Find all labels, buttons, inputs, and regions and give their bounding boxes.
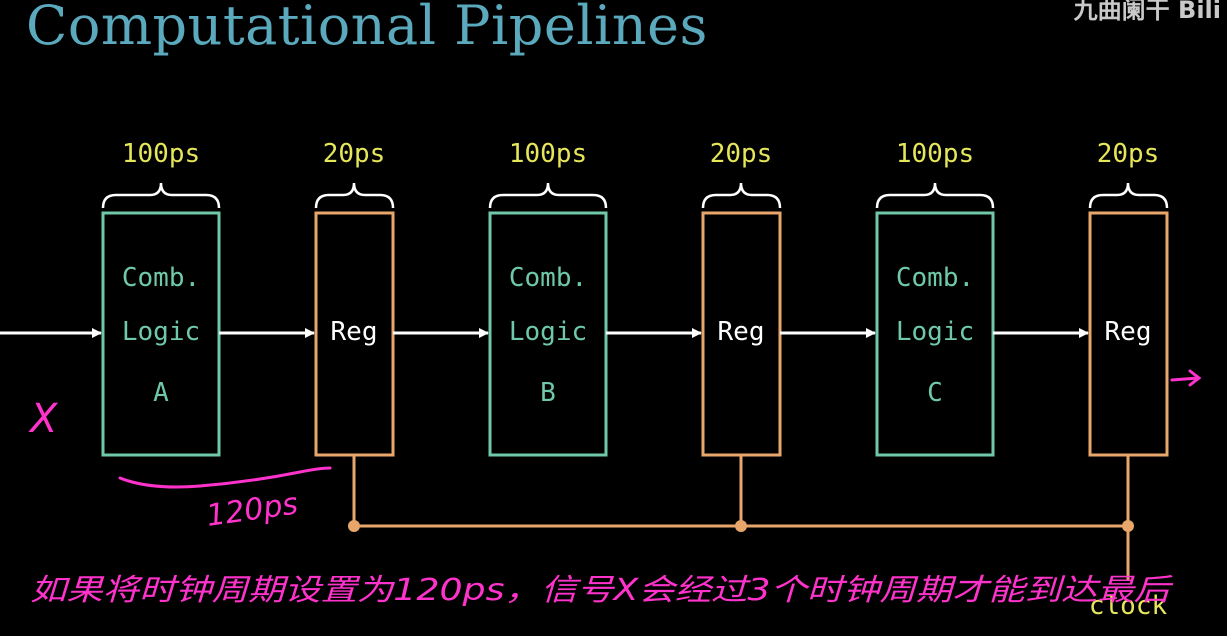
brace-reg-2 — [701, 182, 782, 209]
logic-c-line1: Comb. — [896, 263, 974, 293]
brace-logic-b — [488, 182, 608, 209]
logic-c-line3: C — [927, 378, 943, 408]
brace-reg-3 — [1088, 182, 1169, 209]
clock-junction-2 — [735, 520, 747, 532]
brace-logic-a — [101, 182, 221, 209]
timing-label-reg-3: 20ps — [1097, 139, 1160, 169]
brace-reg-1 — [314, 182, 395, 209]
timing-label-logic-c: 100ps — [896, 139, 974, 169]
logic-b-line3: B — [540, 378, 556, 408]
logic-b-line1: Comb. — [509, 263, 587, 293]
logic-a-line3: A — [153, 378, 169, 408]
input-mark: X — [28, 396, 59, 442]
register-1-label: Reg — [331, 317, 378, 347]
register-2-label: Reg — [718, 317, 765, 347]
logic-a-line1: Comb. — [122, 263, 200, 293]
handwritten-brace-stroke — [118, 466, 332, 489]
brace-logic-c — [875, 182, 995, 209]
logic-c-line2: Logic — [896, 317, 974, 347]
clock-junction-1 — [348, 520, 360, 532]
handwritten-note-120ps: 120ps — [204, 486, 300, 533]
timing-label-logic-b: 100ps — [509, 139, 587, 169]
logic-b-line2: Logic — [509, 317, 587, 347]
timing-label-reg-1: 20ps — [323, 139, 386, 169]
handwritten-bottom-note: 如果将时钟周期设置为120ps，信号X会经过3个时钟周期才能到达最后 — [30, 573, 1174, 608]
timing-label-logic-a: 100ps — [122, 139, 200, 169]
output-arrow-stroke — [1170, 369, 1202, 387]
register-3-label: Reg — [1105, 317, 1152, 347]
logic-a-line2: Logic — [122, 317, 200, 347]
pipeline-diagram: 100ps 20ps 100ps 20ps 100ps 20ps Comb. L… — [0, 139, 1202, 621]
timing-label-reg-2: 20ps — [710, 139, 773, 169]
clock-junction-3 — [1122, 520, 1134, 532]
